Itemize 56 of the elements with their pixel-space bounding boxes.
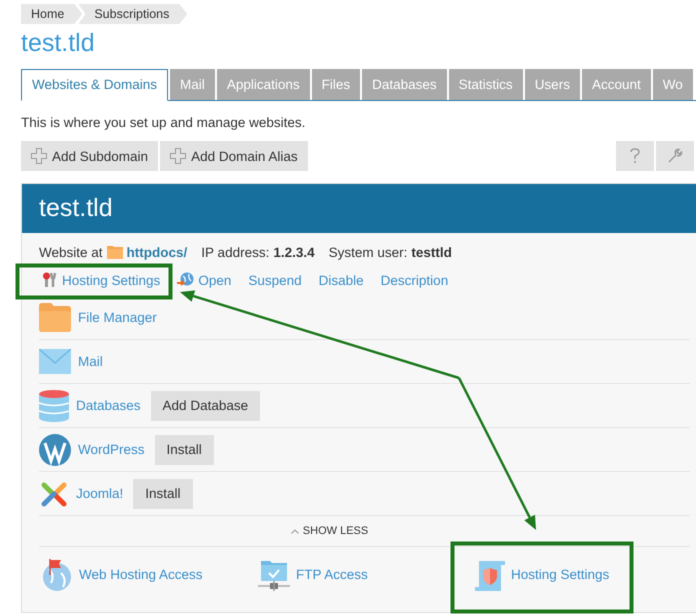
globe-icon bbox=[177, 272, 196, 288]
wordpress-icon bbox=[39, 434, 71, 466]
folder-icon bbox=[106, 245, 123, 259]
user-label: System user: bbox=[328, 244, 408, 260]
globe-flag-icon bbox=[41, 558, 73, 590]
breadcrumb-link[interactable]: Subscriptions bbox=[78, 4, 188, 24]
settings-button[interactable] bbox=[656, 141, 694, 171]
tab[interactable]: Users bbox=[524, 69, 580, 100]
description-text: This is where you set up and manage websites. bbox=[21, 115, 306, 132]
toolbar-button[interactable]: Add Subdomain bbox=[21, 141, 158, 171]
tools-icon bbox=[43, 272, 59, 288]
row-button[interactable]: Add Database bbox=[150, 390, 260, 420]
feature-link[interactable]: WordPress bbox=[78, 442, 145, 457]
tool-link[interactable]: Web Hosting Access bbox=[79, 567, 203, 582]
wrench-icon bbox=[667, 148, 683, 164]
breadcrumb-link[interactable]: Home bbox=[21, 4, 82, 24]
action-link[interactable]: Open bbox=[177, 272, 232, 288]
show-less-link[interactable]: SHOW LESS bbox=[302, 525, 368, 537]
tab[interactable]: Wo bbox=[652, 69, 693, 100]
action-link[interactable]: Hosting Settings bbox=[43, 272, 160, 288]
tool-link[interactable]: FTP Access bbox=[296, 567, 368, 582]
tool-link[interactable]: Hosting Settings bbox=[511, 567, 610, 582]
plus-icon bbox=[31, 148, 47, 164]
website-label: Website at bbox=[39, 244, 103, 260]
action-link[interactable]: Suspend bbox=[248, 272, 302, 288]
user-value: testtld bbox=[411, 244, 452, 260]
tab[interactable]: Files bbox=[312, 69, 360, 100]
path-link[interactable]: httpdocs/ bbox=[126, 244, 188, 260]
feature-link[interactable]: Joomla! bbox=[76, 486, 124, 501]
tab[interactable]: Statistics bbox=[448, 69, 523, 100]
feature-link[interactable]: Mail bbox=[78, 354, 103, 369]
tab[interactable]: Account bbox=[582, 69, 651, 100]
ip-label: IP address: bbox=[201, 244, 270, 260]
envelope-icon bbox=[39, 349, 71, 374]
domain-title: test.tld bbox=[22, 184, 696, 233]
ip-value: 1.2.3.4 bbox=[273, 244, 315, 260]
row-button[interactable]: Install bbox=[133, 478, 193, 508]
page-title: test.tld bbox=[21, 29, 96, 59]
tab[interactable]: Databases bbox=[362, 69, 447, 100]
feature-link[interactable]: Databases bbox=[76, 398, 141, 413]
tab[interactable]: Applications bbox=[216, 69, 310, 100]
folder-icon bbox=[39, 303, 71, 332]
question-mark-icon bbox=[630, 148, 640, 164]
network-folder-icon bbox=[258, 558, 290, 590]
database-icon bbox=[39, 390, 69, 422]
document-shield-icon bbox=[475, 558, 505, 590]
action-link[interactable]: Disable bbox=[318, 272, 364, 288]
plus-icon bbox=[170, 148, 186, 164]
caret-icon bbox=[290, 528, 299, 534]
toolbar-button[interactable]: Add Domain Alias bbox=[160, 141, 308, 171]
tab[interactable]: Websites & Domains bbox=[21, 69, 168, 101]
tab[interactable]: Mail bbox=[170, 69, 215, 100]
row-button[interactable]: Install bbox=[154, 434, 214, 464]
feature-link[interactable]: File Manager bbox=[78, 310, 157, 325]
action-link[interactable]: Description bbox=[380, 272, 448, 288]
help-button[interactable] bbox=[616, 141, 654, 171]
